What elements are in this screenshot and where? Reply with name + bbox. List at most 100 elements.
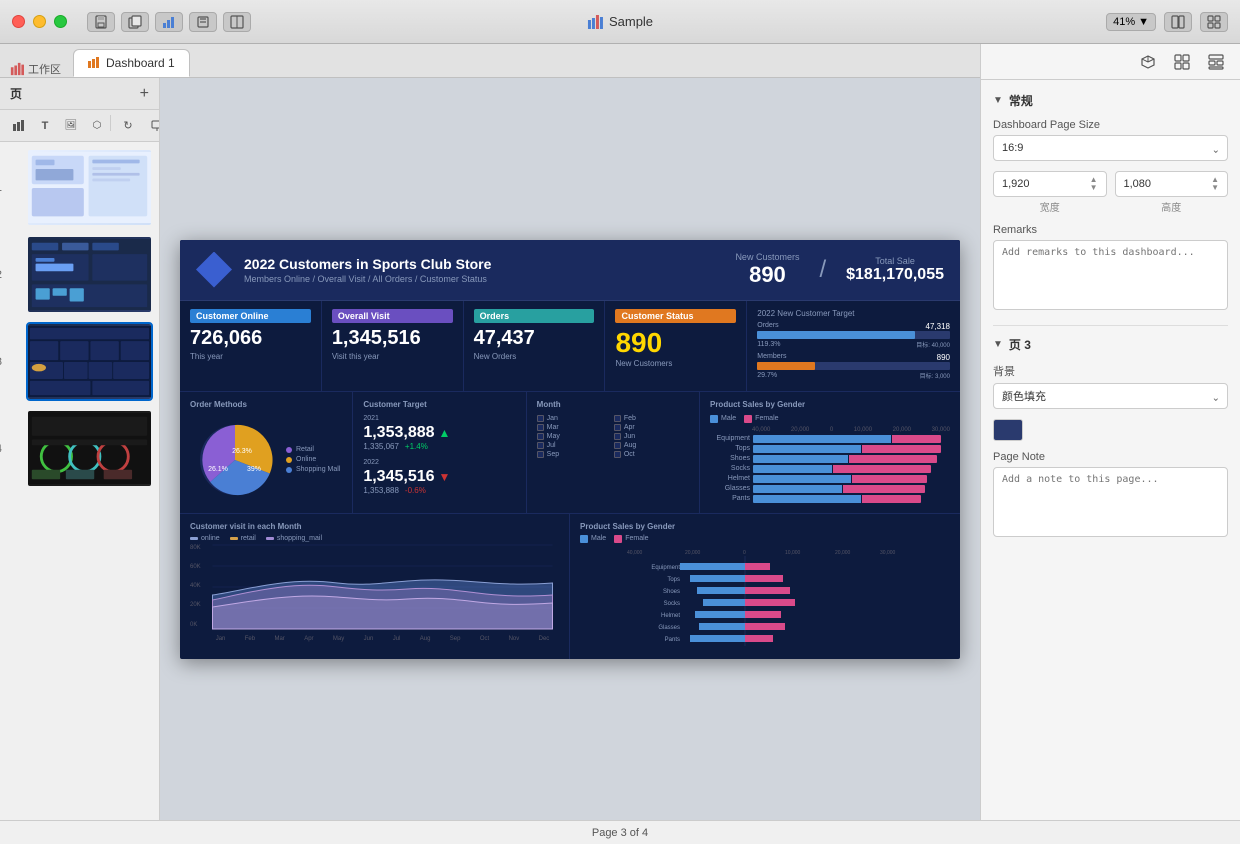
page-note-textarea[interactable] (993, 467, 1228, 537)
ct-sub-2022: 1,353,888 -0.6% (363, 486, 515, 495)
month-may: May (537, 433, 612, 440)
canvas-text-btn[interactable]: T (34, 115, 56, 137)
bar-male-pants (753, 495, 861, 503)
pie-chart: 26.3% 39% 26.1% (190, 415, 280, 505)
remarks-textarea[interactable] (993, 240, 1228, 310)
status-text: Page 3 of 4 (592, 827, 648, 839)
bar-male-glasses (753, 485, 842, 493)
canvas-image-btn[interactable]: 🖼 (60, 115, 82, 137)
view-btn-1[interactable] (1164, 12, 1192, 32)
dash-logo (196, 252, 232, 288)
legend-online: Online (286, 456, 340, 463)
page-thumb-1[interactable] (26, 148, 153, 227)
titlebar-left (12, 12, 251, 32)
width-down-arrow[interactable]: ▼ (1090, 184, 1098, 192)
target-orders-track (757, 331, 950, 339)
gender-row-glasses: Glasses (710, 485, 950, 493)
page-preview-3 (28, 324, 151, 399)
width-stepper[interactable]: ▲ ▼ (1090, 176, 1098, 192)
display-btn[interactable]: 显示 (143, 115, 160, 137)
dash-header-right: New Customers 890 / Total Sale $181,170,… (735, 252, 944, 288)
ct-value-2021: 1,353,888 (363, 424, 434, 442)
dash-subtitle: Members Online / Overall Visit / All Ord… (244, 274, 491, 284)
color-row (993, 419, 1228, 441)
pages-panel: 页 + T 🖼 ⬡ ↻ (0, 78, 160, 820)
view-btn-2[interactable] (1200, 12, 1228, 32)
minimize-button[interactable] (33, 15, 46, 28)
kpi-sub-status: New Customers (615, 359, 736, 368)
page-thumb-3[interactable] (26, 322, 153, 401)
save-button[interactable] (87, 12, 115, 32)
grid2-btn[interactable] (1202, 48, 1230, 76)
month-mar: Mar (537, 424, 612, 431)
copy-button[interactable] (121, 12, 149, 32)
canvas-shape-btn[interactable]: ⬡ (86, 115, 108, 137)
bg-color-swatch[interactable] (993, 419, 1023, 441)
height-value: 1,080 (1124, 178, 1152, 190)
svg-text:20,000: 20,000 (835, 550, 851, 556)
visit-chart-title: Customer visit in each Month (190, 522, 559, 531)
dash-header-left: 2022 Customers in Sports Club Store Memb… (196, 252, 491, 288)
canvas-chart-btn[interactable] (8, 115, 30, 137)
height-down-arrow[interactable]: ▼ (1211, 184, 1219, 192)
ct-sub-2021: 1,335,067 +1.4% (363, 442, 515, 451)
gender-card: Product Sales by Gender Male Female (700, 392, 960, 513)
canvas-refresh-btn[interactable]: ↻ (117, 115, 139, 137)
gender-row-shoes: Shoes (710, 455, 950, 463)
page-size-select-wrapper: 16:9 (993, 135, 1228, 161)
target-title: 2022 New Customer Target (757, 309, 950, 318)
gender-bar-chart: 40,000 20,000 0 10,000 20,000 30,000 Equ… (580, 546, 950, 646)
remarks-row: Remarks (993, 224, 1228, 315)
gender-legend: Male Female (710, 415, 950, 423)
svg-text:20,000: 20,000 (685, 550, 701, 556)
export-button[interactable] (189, 12, 217, 32)
month-list: Jan Feb Mar Apr May Jun Jul Aug Sep Oct (537, 415, 689, 458)
cube-btn[interactable] (1134, 48, 1162, 76)
kpi-customer-status: Customer Status 890 New Customers (605, 301, 747, 391)
target-members-value: 890 (937, 353, 950, 362)
gender-row-socks: Socks (710, 465, 950, 473)
bar-female-helmet (852, 475, 927, 483)
chart-button[interactable] (155, 12, 183, 32)
grid1-btn[interactable] (1168, 48, 1196, 76)
pages-header-label: 页 (10, 85, 22, 102)
page-size-select[interactable]: 16:9 (993, 135, 1228, 161)
svg-text:39%: 39% (247, 466, 261, 473)
close-button[interactable] (12, 15, 25, 28)
target-members-track (757, 362, 950, 370)
height-stepper[interactable]: ▲ ▼ (1211, 176, 1219, 192)
bar-male-helmet (753, 475, 852, 483)
kpi-label-status: Customer Status (615, 309, 736, 323)
titlebar-right: 41% ▼ (1106, 12, 1228, 32)
zoom-selector[interactable]: 41% ▼ (1106, 13, 1156, 31)
page-note-label: Page Note (993, 451, 1228, 463)
area-x-labels: Jan Feb Mar Apr May Jun Jul Aug Sep (206, 636, 559, 642)
svg-text:0: 0 (743, 550, 746, 556)
bg-select[interactable]: 颜色填充 (993, 383, 1228, 409)
kpi-label-online: Customer Online (190, 309, 311, 323)
layout-button[interactable] (223, 12, 251, 32)
width-input[interactable]: 1,920 ▲ ▼ (993, 171, 1107, 197)
new-customers-label: New Customers (735, 252, 799, 262)
ct-arrow-2022: ▼ (439, 470, 451, 484)
page-thumb-4[interactable] (26, 409, 153, 488)
kpi-label-orders: Orders (474, 309, 595, 323)
target-orders-goal: 目标: 40,000 (916, 340, 950, 349)
page-thumb-2[interactable] (26, 235, 153, 314)
add-page-button[interactable]: + (140, 85, 149, 103)
svg-text:Glasses: Glasses (658, 625, 680, 631)
legend-shopping: Shopping Mall (286, 466, 340, 473)
svg-text:Tops: Tops (667, 577, 680, 583)
section-general-label: 常规 (1009, 92, 1033, 109)
page-preview-2 (28, 237, 151, 312)
width-label: 宽度 (993, 199, 1107, 214)
maximize-button[interactable] (54, 15, 67, 28)
height-input[interactable]: 1,080 ▲ ▼ (1115, 171, 1229, 197)
canvas-area: 2022 Customers in Sports Club Store Memb… (160, 78, 980, 820)
tab-dashboard1[interactable]: Dashboard 1 (73, 49, 190, 77)
legend-shopping-area: shopping_mail (266, 535, 322, 542)
dash-header: 2022 Customers in Sports Club Store Memb… (180, 240, 960, 301)
month-apr: Apr (614, 424, 689, 431)
right-panel: ▼ 常规 Dashboard Page Size 16:9 1,920 ▲ (980, 44, 1240, 820)
total-sale-stat: Total Sale $181,170,055 (846, 256, 944, 284)
